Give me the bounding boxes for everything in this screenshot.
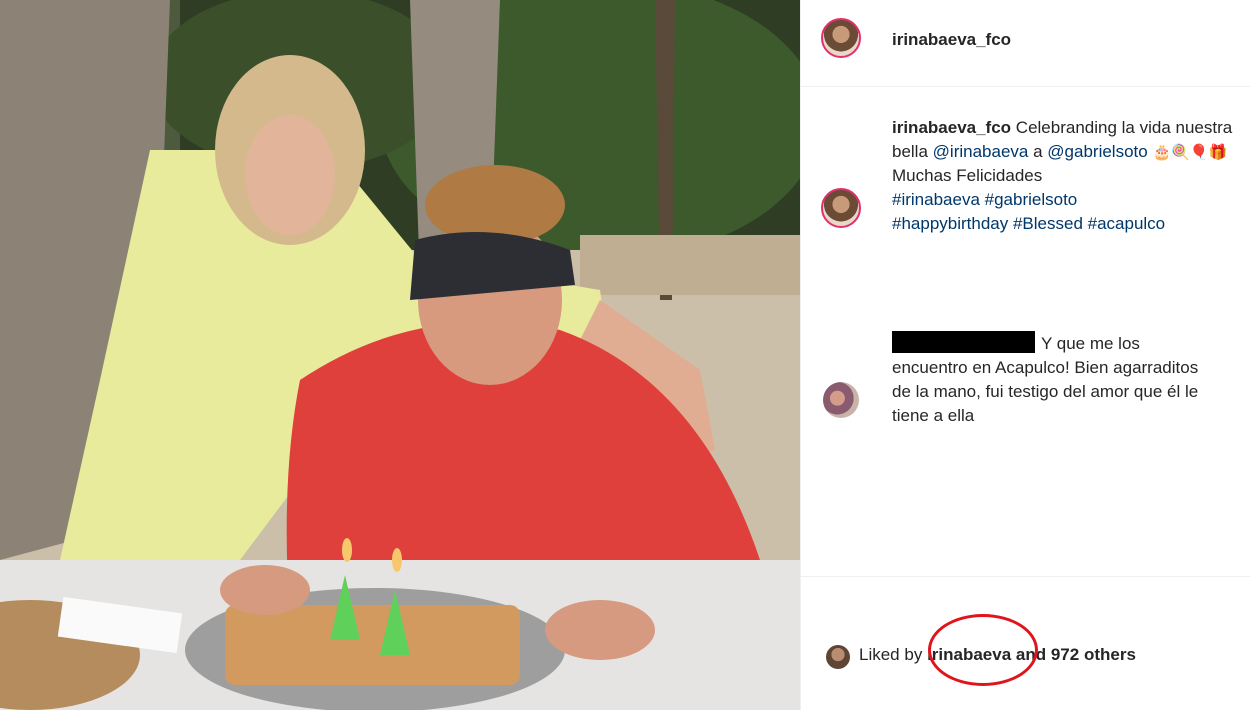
likes-prefix: Liked by [859, 645, 923, 664]
birthday-photo-illustration [0, 0, 800, 710]
mention-irinabaeva[interactable]: @irinabaeva [933, 142, 1029, 161]
caption-emojis: 🎂🍭🎈🎁 [1152, 143, 1228, 161]
header-username[interactable]: irinabaeva_fco [892, 30, 1011, 50]
hashtags-line-2[interactable]: #happybirthday #Blessed #acapulco [892, 214, 1165, 233]
caption-username[interactable]: irinabaeva_fco [892, 118, 1011, 137]
comment: Y que me los encuentro en Acapulco! Bien… [892, 331, 1212, 428]
divider [801, 576, 1250, 577]
post-photo[interactable] [0, 0, 800, 710]
caption-text-mid: a [1033, 142, 1043, 161]
redacted-username [892, 331, 1035, 353]
post-caption: irinabaeva_fco Celebranding la vida nues… [892, 116, 1237, 236]
commenter-avatar[interactable] [823, 382, 859, 418]
caption-text-after: Muchas Felicidades [892, 166, 1043, 185]
post-details-panel: irinabaeva_fco irinabaeva_fco Celebrandi… [800, 0, 1250, 710]
liker-avatar[interactable] [826, 645, 850, 669]
caption-avatar[interactable] [821, 188, 861, 228]
mention-gabrielsoto[interactable]: @gabrielsoto [1047, 142, 1147, 161]
profile-avatar[interactable] [821, 18, 861, 58]
hashtags-line-1[interactable]: #irinabaeva #gabrielsoto [892, 190, 1077, 209]
annotation-circle [928, 614, 1038, 686]
post-header: irinabaeva_fco [801, 0, 1250, 87]
